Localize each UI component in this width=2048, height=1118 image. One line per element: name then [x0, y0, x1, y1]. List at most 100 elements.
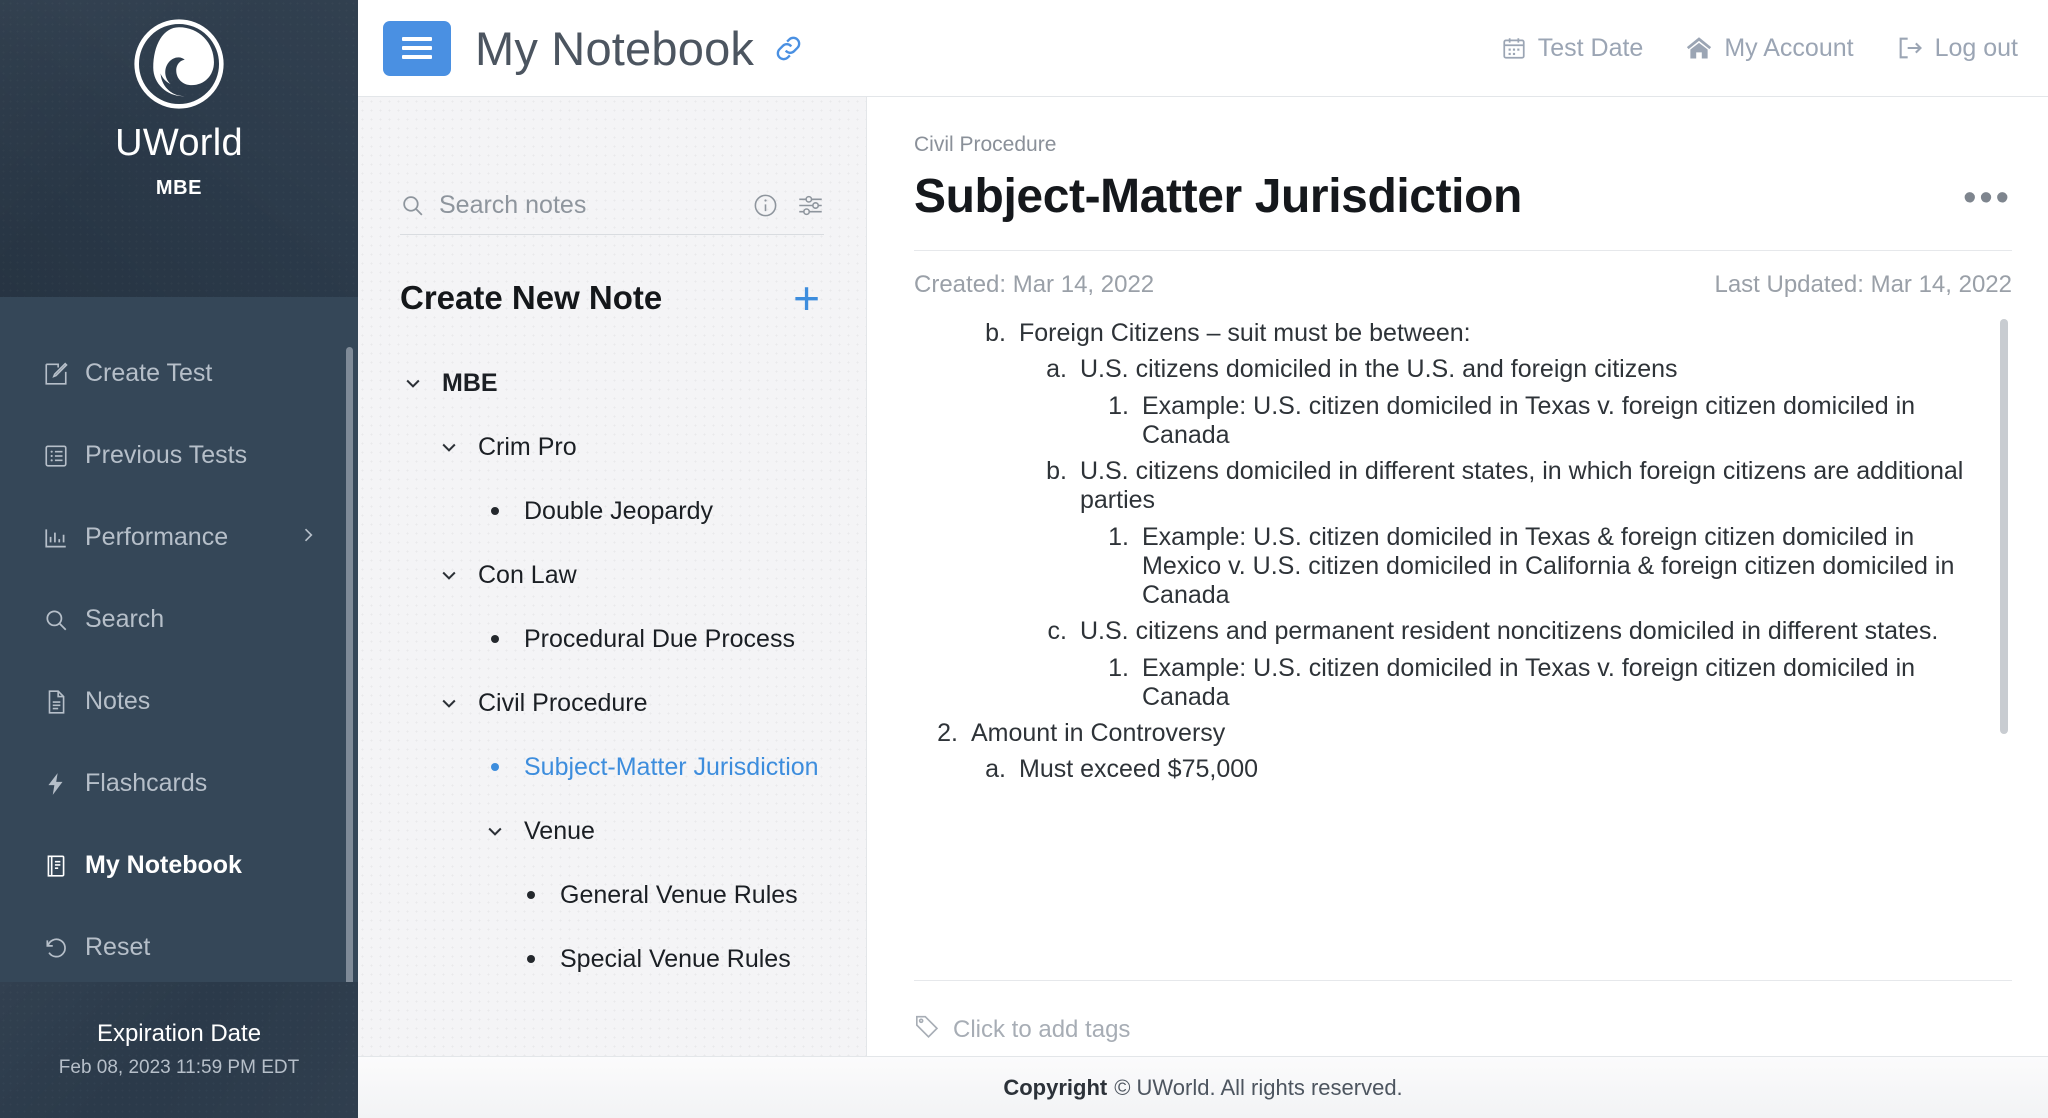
topbar-link-my-account[interactable]: My Account: [1685, 34, 1854, 63]
sidebar-item-performance[interactable]: Performance: [0, 497, 358, 579]
sidebar-item-label: Search: [85, 605, 165, 634]
hamburger-bars: [402, 37, 432, 59]
list-box-icon: [42, 442, 69, 469]
note-line-marker: 2.: [937, 719, 958, 747]
bar-chart-icon: [42, 524, 69, 551]
chevron-down-icon[interactable]: [400, 373, 426, 393]
sidebar-item-reset[interactable]: Reset: [0, 907, 358, 982]
tree-node-label: Subject-Matter Jurisdiction: [524, 752, 819, 781]
note-line: 1. Example: U.S. citizen domiciled in Te…: [914, 523, 1992, 611]
magnifier-icon: [400, 193, 425, 218]
notes-tree: MBE Crim Pro Double Jeopardy Con Law Pro…: [400, 351, 824, 991]
note-body[interactable]: b. Foreign Citizens – suit must be betwe…: [914, 319, 1992, 980]
footer-copyright-text: © UWorld. All rights reserved.: [1114, 1074, 1403, 1100]
sidebar-item-previous-tests[interactable]: Previous Tests: [0, 415, 358, 497]
tree-node-crim-pro[interactable]: Crim Pro: [400, 415, 824, 479]
note-last-updated-date: Last Updated: Mar 14, 2022: [1714, 271, 2012, 298]
sidebar-item-my-notebook[interactable]: My Notebook: [0, 825, 358, 907]
topbar-link-label: Test Date: [1537, 33, 1644, 62]
tree-node-label: Con Law: [478, 560, 577, 589]
tree-node-procedural-due-process[interactable]: Procedural Due Process: [400, 607, 824, 671]
expiration-panel: Expiration Date Feb 08, 2023 11:59 PM ED…: [0, 981, 358, 1118]
plus-icon[interactable]: +: [789, 275, 824, 321]
bullet-icon: [518, 891, 544, 899]
note-line-text: U.S. citizens domiciled in the U.S. and …: [1080, 355, 1678, 384]
topbar-links: Test Date My Account Log out: [1501, 34, 2018, 63]
chain-link-icon[interactable]: [772, 32, 805, 65]
bullet-icon: [518, 955, 544, 963]
note-body-scrollbar-thumb[interactable]: [2000, 319, 2008, 734]
topbar-link-log-out[interactable]: Log out: [1896, 34, 2018, 63]
chevron-down-icon[interactable]: [436, 437, 462, 457]
bullet-icon: [482, 763, 508, 771]
sidebar-scrollbar[interactable]: [346, 297, 353, 982]
search-notes-row: [400, 191, 824, 235]
add-tags-row[interactable]: Click to add tags: [914, 980, 2012, 1056]
note-panel: Civil Procedure Subject-Matter Jurisdict…: [867, 97, 2048, 1056]
sidebar-item-label: Flashcards: [85, 769, 208, 798]
note-meta-row: Created: Mar 14, 2022 Last Updated: Mar …: [914, 250, 2012, 299]
create-new-note-row[interactable]: Create New Note +: [400, 275, 824, 321]
chevron-down-icon[interactable]: [436, 693, 462, 713]
tree-node-subject-matter-jurisdiction[interactable]: Subject-Matter Jurisdiction: [400, 735, 824, 799]
expiration-title: Expiration Date: [96, 1020, 262, 1048]
note-line-marker: b.: [985, 319, 1006, 347]
sidebar-item-label: Create Test: [85, 359, 213, 388]
page-footer: Copyright © UWorld. All rights reserved.: [358, 1056, 2048, 1118]
sidebar-scrollbar-thumb[interactable]: [346, 346, 353, 982]
note-line: b. U.S. citizens domiciled in different …: [914, 457, 1992, 516]
uworld-swirl-logo-icon: [133, 18, 225, 110]
document-icon: [42, 688, 69, 715]
tree-node-double-jeopardy[interactable]: Double Jeopardy: [400, 479, 824, 543]
sliders-icon[interactable]: [797, 192, 824, 219]
tree-node-general-venue-rules[interactable]: General Venue Rules: [400, 863, 824, 927]
hamburger-menu-icon[interactable]: [383, 20, 451, 76]
tree-node-venue[interactable]: Venue: [400, 799, 824, 863]
magnifier-icon: [42, 606, 69, 633]
tree-node-special-venue-rules[interactable]: Special Venue Rules: [400, 927, 824, 991]
notes-tree-panel: Create New Note + MBE Crim Pro: [358, 97, 867, 1056]
tree-node-label: Double Jeopardy: [524, 496, 714, 525]
chevron-down-icon[interactable]: [482, 821, 508, 841]
note-line-text: U.S. citizens and permanent resident non…: [1080, 617, 1939, 646]
chevron-down-icon[interactable]: [436, 565, 462, 585]
info-circle-icon[interactable]: [752, 192, 779, 219]
sidebar-item-notes[interactable]: Notes: [0, 661, 358, 743]
logout-icon: [1896, 34, 1924, 62]
note-line-marker: 1.: [1108, 391, 1129, 420]
note-line: a. Must exceed $75,000: [914, 755, 1992, 784]
create-new-note-label: Create New Note: [400, 279, 663, 316]
note-line-text: Example: U.S. citizen domiciled in Texas…: [1142, 653, 1916, 711]
note-line-text: Amount in Controversy: [971, 719, 1226, 747]
topbar-link-test-date[interactable]: Test Date: [1501, 33, 1644, 63]
ellipsis-icon[interactable]: •••: [1963, 169, 2012, 217]
brand-product: MBE: [155, 177, 203, 199]
tree-node-label: Civil Procedure: [478, 688, 648, 717]
chevron-right-icon: [298, 523, 318, 552]
sidebar-item-create-test[interactable]: Create Test: [0, 333, 358, 415]
topbar-link-label: Log out: [1934, 33, 2018, 62]
note-title-row: Subject-Matter Jurisdiction •••: [914, 169, 2012, 224]
tag-icon: [914, 1013, 940, 1046]
sidebar-item-search[interactable]: Search: [0, 579, 358, 661]
note-line: 1. Example: U.S. citizen domiciled in Te…: [914, 654, 1992, 713]
sidebar-item-label: Reset: [85, 933, 151, 962]
note-line: c. U.S. citizens and permanent resident …: [914, 617, 1992, 646]
tree-node-con-law[interactable]: Con Law: [400, 543, 824, 607]
app-root: UWorld MBE Create Test Previous Tests Pe…: [0, 0, 2048, 1118]
tree-node-label: Procedural Due Process: [524, 624, 795, 653]
sidebar-item-label: Notes: [85, 687, 151, 716]
tree-node-civil-procedure[interactable]: Civil Procedure: [400, 671, 824, 735]
note-line-text: Example: U.S. citizen domiciled in Texas…: [1142, 391, 1916, 449]
tree-node-mbe[interactable]: MBE: [400, 351, 824, 415]
note-line-marker: a.: [985, 755, 1006, 784]
notebook-icon: [42, 852, 69, 879]
footer-copyright-bold: Copyright: [1003, 1074, 1108, 1100]
note-line: a. U.S. citizens domiciled in the U.S. a…: [914, 355, 1992, 384]
brand-name: UWorld: [115, 122, 243, 164]
note-body-scrollbar[interactable]: [2000, 319, 2008, 980]
sidebar-item-flashcards[interactable]: Flashcards: [0, 743, 358, 825]
search-input[interactable]: [439, 191, 734, 220]
note-line-marker: b.: [1046, 457, 1067, 485]
note-line-text: U.S. citizens domiciled in different sta…: [1080, 457, 1964, 515]
